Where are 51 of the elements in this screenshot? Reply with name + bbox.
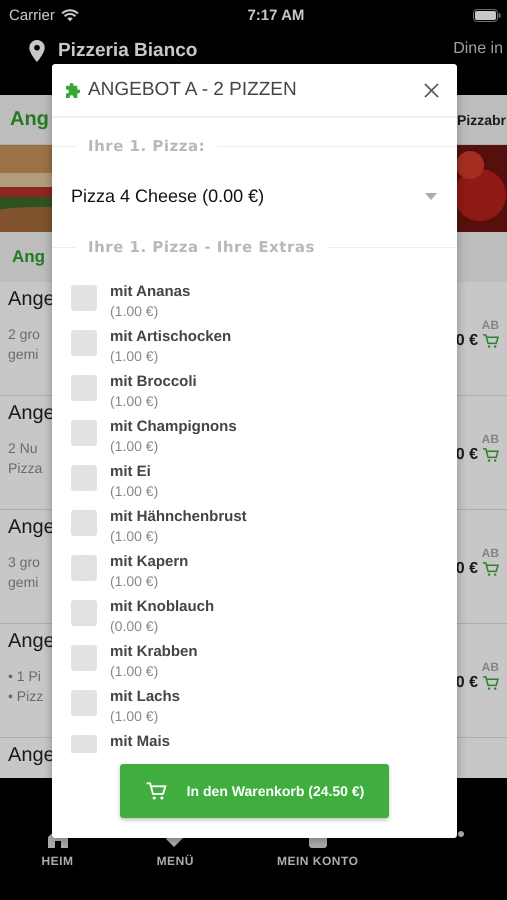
item-title: Ange <box>8 402 55 425</box>
item-title: Ange <box>8 516 55 539</box>
extra-name: mit Artischocken <box>110 328 232 346</box>
nav-label[interactable]: MENÜ <box>156 854 194 868</box>
extra-price: (1.00 €) <box>110 392 160 411</box>
item-title: Ange <box>8 630 55 653</box>
extra-price: (1.00 €) <box>110 482 158 501</box>
extra-price: (1.00 €) <box>110 707 160 726</box>
extra-price: (1.00 €) <box>110 302 160 321</box>
extra-name: mit Kapern <box>110 553 188 571</box>
from-label: AB <box>482 546 499 560</box>
from-label: AB <box>482 432 499 446</box>
category-tab[interactable]: Pizzabr <box>456 112 506 128</box>
extra-price: (1.00 €) <box>110 347 160 366</box>
extra-name: mit Hähnchenbrust <box>110 508 247 526</box>
extra-name: mit Lachs <box>110 688 180 706</box>
extra-price: (1.00 €) <box>110 572 160 591</box>
extra-name: mit Krabben <box>110 643 198 661</box>
clock-time: 7:17 AM <box>247 6 304 24</box>
item-description: 3 gro <box>8 553 41 572</box>
restaurant-name: Pizzeria Bianco <box>58 40 198 62</box>
extra-price: (1.00 €) <box>110 527 160 546</box>
item-description: gemi <box>8 573 40 592</box>
carrier-label: Carrier <box>9 6 55 24</box>
extra-name: mit Broccoli <box>110 373 197 391</box>
extra-name: mit Ananas <box>110 283 190 301</box>
item-description: gemi <box>8 345 40 364</box>
from-label: AB <box>482 318 499 332</box>
dine-in-link[interactable]: Dine in <box>453 40 503 58</box>
extra-name: mit Mais <box>110 733 170 751</box>
section-legend: Ihre 1. Pizza: <box>88 137 206 155</box>
extra-price: (0.00 €) <box>110 617 160 636</box>
pizza-select[interactable]: Pizza 4 Cheese (0.00 €) <box>71 174 437 219</box>
item-description: • Pizz <box>8 687 44 706</box>
item-title: Ange <box>8 288 55 311</box>
dialog-title: ANGEBOT A - 2 PIZZEN <box>88 79 297 101</box>
section-legend: Ihre 1. Pizza - Ihre Extras <box>88 238 315 256</box>
nav-label[interactable]: MEIN KONTO <box>276 854 358 868</box>
extra-price: (1.00 €) <box>110 662 160 681</box>
extra-price: (1.00 €) <box>110 437 160 456</box>
item-description: 2 Nu <box>8 439 39 458</box>
from-label: AB <box>482 660 499 674</box>
extra-name: mit Knoblauch <box>110 598 214 616</box>
item-title: Ange <box>8 744 55 767</box>
extra-name: mit Ei <box>110 463 152 481</box>
item-description: • 1 Pi <box>8 667 42 686</box>
item-description: Pizza <box>8 459 44 478</box>
extra-name: mit Champignons <box>110 418 237 436</box>
item-description: 2 gro <box>8 325 41 344</box>
subcategory-title: Ang <box>12 247 46 267</box>
nav-label[interactable]: HEIM <box>42 854 74 868</box>
